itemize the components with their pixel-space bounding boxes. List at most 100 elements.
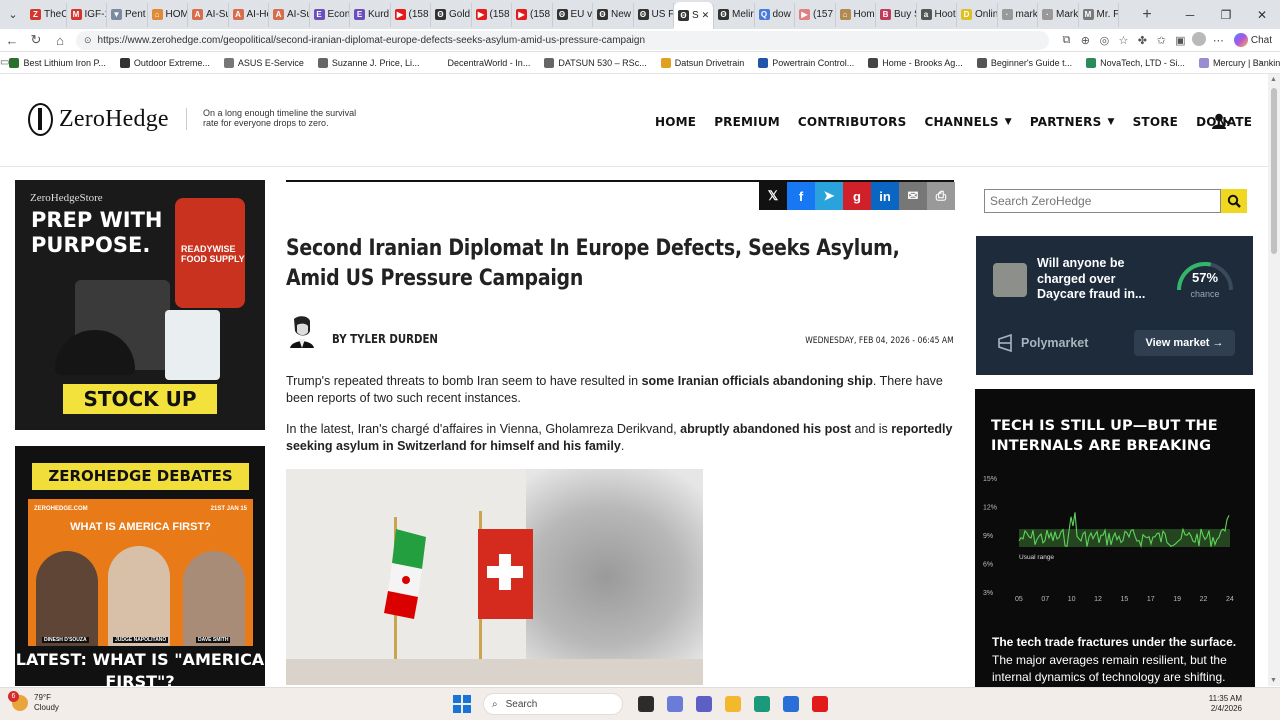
browser-tab[interactable]: ▶ (158	[512, 2, 553, 27]
debates-ad[interactable]: ZEROHEDGE DEBATES ZEROHEDGE.COM 21ST JAN…	[15, 446, 265, 686]
browser-tab[interactable]: ⌂ HOM	[148, 2, 188, 27]
browser-tab[interactable]: AAI-Su	[269, 2, 310, 27]
close-tab-icon[interactable]: ✕	[702, 10, 710, 21]
browser-tab[interactable]: Θ EU vi	[553, 2, 593, 27]
bookmark-item[interactable]: Home - Brooks Ag...	[868, 57, 963, 68]
nav-item-store[interactable]: STORE	[1133, 115, 1178, 129]
store-ad[interactable]: ZeroHedgeStore PREP WITH PURPOSE. READYW…	[15, 180, 265, 430]
facebook-share-icon[interactable]: f	[787, 182, 815, 210]
x-share-icon[interactable]: 𝕏	[759, 182, 787, 210]
browser-tab[interactable]: · mark	[998, 2, 1038, 27]
tab-actions-menu-icon[interactable]: ⌄	[0, 0, 26, 29]
favorite-star-icon[interactable]: ☆	[1114, 34, 1133, 47]
scroll-up-icon[interactable]: ▲	[1270, 76, 1277, 83]
file-explorer-icon[interactable]	[718, 693, 747, 715]
close-window-icon[interactable]: ✕	[1244, 8, 1280, 22]
store-icon[interactable]	[776, 693, 805, 715]
taskbar-search[interactable]: ⌕ Search	[483, 693, 623, 715]
zoom-icon[interactable]: ⊕	[1076, 34, 1095, 47]
bookmark-item[interactable]: Datsun Drivetrain	[660, 57, 744, 68]
bookmark-item[interactable]: Best Lithium Iron P...	[9, 57, 106, 68]
bookmark-item[interactable]: NovaTech, LTD - Si...	[1086, 57, 1185, 68]
bookmark-item[interactable]: Outdoor Extreme...	[119, 57, 210, 68]
scrollbar-thumb[interactable]	[1271, 88, 1277, 254]
polymarket-widget[interactable]: Will anyone be charged over Daycare frau…	[976, 236, 1253, 375]
browser-tab[interactable]: ⌂ Hom	[836, 2, 876, 27]
site-info-icon[interactable]: ⊙	[84, 35, 92, 46]
bookmark-item[interactable]: Beginner's Guide t...	[976, 57, 1072, 68]
telegram-share-icon[interactable]: ➤	[815, 182, 843, 210]
browser-tab[interactable]: a Hoot	[917, 2, 957, 27]
linkedin-share-icon[interactable]: in	[871, 182, 899, 210]
browser-tab[interactable]: BBuy S	[876, 2, 917, 27]
author-avatar[interactable]	[286, 315, 318, 348]
home-icon[interactable]: ⌂	[48, 33, 72, 48]
browser-tab[interactable]: Qdow	[755, 2, 795, 27]
new-tab-button[interactable]: +	[1134, 6, 1160, 24]
extensions-icon[interactable]: ✤	[1133, 34, 1152, 47]
reader-view-icon[interactable]: ⧉	[1057, 34, 1076, 47]
browser-tab[interactable]: E Econ	[310, 2, 350, 27]
bookmark-item[interactable]: ASUS E-Service	[223, 57, 304, 68]
profile-icon[interactable]	[1190, 31, 1209, 49]
teams-icon[interactable]	[689, 693, 718, 715]
collections-icon[interactable]: ▣	[1171, 34, 1190, 47]
site-search-button[interactable]	[1221, 189, 1247, 213]
scroll-down-icon[interactable]: ▼	[1270, 677, 1277, 684]
view-market-button[interactable]: View market →	[1134, 330, 1235, 356]
refresh-icon[interactable]: ↻	[24, 32, 48, 48]
tracking-icon[interactable]: ◎	[1095, 34, 1114, 47]
browser-tab[interactable]: ΘUS Fu	[634, 2, 674, 27]
browser-tab[interactable]: Θ S ✕	[674, 2, 714, 29]
copilot-chat-button[interactable]: Chat	[1233, 33, 1272, 47]
copilot-icon[interactable]	[660, 693, 689, 715]
browser-tab[interactable]: Θ New	[593, 2, 634, 27]
youtube-icon[interactable]	[805, 693, 834, 715]
nav-item-contributors[interactable]: CONTRIBUTORS	[798, 115, 907, 129]
browser-tab[interactable]: D Onlin	[957, 2, 998, 27]
url-field[interactable]: ⊙ https://www.zerohedge.com/geopolitical…	[76, 30, 1049, 50]
user-login-icon[interactable]	[1212, 113, 1232, 129]
browser-tab[interactable]: E Kurd	[350, 2, 391, 27]
browser-tab[interactable]: ▼ Pent	[107, 2, 148, 27]
bookmark-item[interactable]: DecentraWorld - In...	[433, 57, 530, 68]
article-byline[interactable]: BY TYLER DURDEN	[332, 332, 438, 346]
restore-icon[interactable]: ❐	[1208, 8, 1244, 22]
favorites-icon[interactable]: ✩	[1152, 34, 1171, 47]
browser-tab[interactable]: Z TheC	[26, 2, 67, 27]
more-bookmarks-chevron-icon[interactable]: ›	[1259, 57, 1262, 68]
edge-icon[interactable]	[747, 693, 776, 715]
browser-tab[interactable]: AAI-He	[229, 2, 269, 27]
task-view-icon[interactable]	[631, 693, 660, 715]
bookmark-item[interactable]: Mercury | Banking...	[1198, 57, 1280, 68]
page-scrollbar[interactable]: ▲ ▼	[1268, 74, 1280, 686]
browser-tab[interactable]: M Mr. F	[1079, 2, 1119, 27]
browser-tab[interactable]: Θ Melir	[714, 2, 755, 27]
site-search-input[interactable]	[984, 189, 1221, 213]
nav-item-channels[interactable]: CHANNELS ▼	[924, 115, 1011, 129]
browser-tab[interactable]: MIGF-1	[67, 2, 107, 27]
nav-item-home[interactable]: HOME	[655, 115, 696, 129]
gab-share-icon[interactable]: ɡ	[843, 182, 871, 210]
browser-tab[interactable]: ▶ (158	[472, 2, 512, 27]
print-share-icon[interactable]: ⎙	[927, 182, 955, 210]
browser-tab[interactable]: ▶ (158	[391, 2, 431, 27]
bookmark-item[interactable]: Suzanne J. Price, Li...	[317, 57, 419, 68]
site-logo[interactable]: ZeroHedge	[28, 103, 169, 136]
nav-item-partners[interactable]: PARTNERS ▼	[1030, 115, 1115, 129]
bookmark-item[interactable]: DATSUN 530 – RSc...	[544, 57, 647, 68]
nav-item-premium[interactable]: PREMIUM	[714, 115, 780, 129]
start-button-icon[interactable]	[453, 695, 471, 713]
browser-tab[interactable]: · Mark	[1038, 2, 1079, 27]
browser-tab[interactable]: AAI-Su	[188, 2, 229, 27]
weather-widget[interactable]: 6 79°F Cloudy	[8, 691, 59, 713]
tech-ad[interactable]: TECH IS STILL UP—BUT THE INTERNALS ARE B…	[975, 389, 1255, 689]
email-share-icon[interactable]: ✉	[899, 182, 927, 210]
system-clock[interactable]: 11:35 AM 2/4/2026	[1209, 694, 1242, 714]
bookmark-folder-icon[interactable]: ▭	[0, 57, 9, 68]
minimize-icon[interactable]: ─	[1172, 8, 1208, 22]
browser-tab[interactable]: Θ Gold	[431, 2, 472, 27]
browser-tab[interactable]: ▶ (157	[795, 2, 836, 27]
market-question[interactable]: Will anyone be charged over Daycare frau…	[1037, 256, 1162, 303]
bookmark-item[interactable]: Powertrain Control...	[758, 57, 854, 68]
